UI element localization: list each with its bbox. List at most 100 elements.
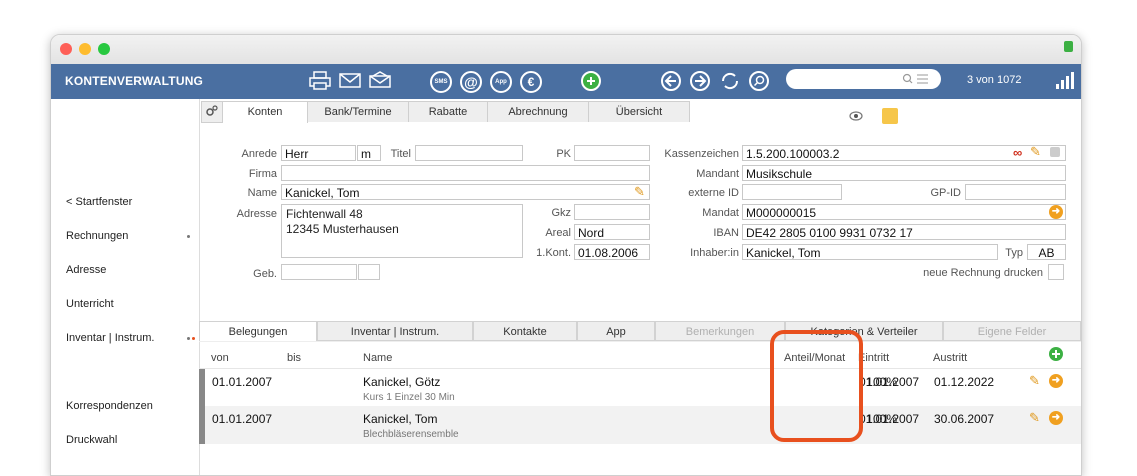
row-arrow-icon[interactable]: ➜ bbox=[1049, 411, 1063, 425]
row-eintritt: 01.01.2007 bbox=[859, 375, 920, 389]
sidebar-item-unterricht[interactable]: Unterricht bbox=[66, 298, 114, 310]
sidebar-item-inventar[interactable]: Inventar | Instrum. bbox=[66, 332, 154, 344]
anrede-label: Anrede bbox=[241, 148, 277, 160]
table-row[interactable]: 01.01.2007 Kanickel, Tom Blechbläserense… bbox=[199, 406, 1081, 444]
gp-id-field[interactable] bbox=[965, 184, 1066, 200]
firma-label: Firma bbox=[248, 168, 277, 180]
name-field[interactable]: Kanickel, Tom bbox=[281, 184, 650, 200]
tab-rabatte[interactable]: Rabatte bbox=[408, 101, 488, 122]
row-marker bbox=[199, 369, 205, 407]
geb-extra-field[interactable] bbox=[358, 264, 380, 280]
row-von: 01.01.2007 bbox=[212, 412, 273, 426]
gender-field[interactable]: m bbox=[357, 145, 381, 161]
back-icon[interactable] bbox=[660, 70, 682, 92]
areal-field[interactable]: Nord bbox=[574, 224, 650, 240]
tab-app[interactable]: App bbox=[577, 321, 655, 341]
mandat-arrow-icon[interactable]: ➜ bbox=[1049, 205, 1063, 219]
forward-icon[interactable] bbox=[689, 70, 711, 92]
minimize-window-button[interactable] bbox=[79, 43, 91, 55]
printer-icon[interactable] bbox=[309, 71, 331, 91]
mail-icon[interactable] bbox=[339, 71, 361, 91]
eye-icon[interactable] bbox=[849, 110, 863, 121]
edit-kassenzeichen-pencil-icon[interactable]: ✎ bbox=[1030, 144, 1041, 160]
adresse-line1: Fichtenwall 48 bbox=[286, 207, 363, 221]
row-detail: Blechbläserensemble bbox=[363, 429, 459, 440]
sidebar-alert-dot bbox=[192, 337, 195, 340]
tab-inventar[interactable]: Inventar | Instrum. bbox=[317, 321, 473, 341]
geb-field[interactable] bbox=[281, 264, 357, 280]
settings-gear-icon[interactable] bbox=[201, 101, 223, 123]
row-arrow-icon[interactable]: ➜ bbox=[1049, 374, 1063, 388]
infinity-icon[interactable]: ∞ bbox=[1013, 145, 1022, 161]
refresh-icon[interactable] bbox=[719, 70, 741, 92]
tab-uebersicht[interactable]: Übersicht bbox=[588, 101, 690, 122]
add-icon[interactable] bbox=[581, 71, 601, 91]
inhaber-field[interactable]: Kanickel, Tom bbox=[742, 244, 998, 260]
anrede-field[interactable]: Herr bbox=[281, 145, 356, 161]
adresse-field[interactable]: Fichtenwall 48 12345 Musterhausen bbox=[281, 204, 523, 258]
window-titlebar bbox=[51, 35, 1081, 65]
edit-row-pencil-icon[interactable]: ✎ bbox=[1029, 410, 1040, 426]
titel-field[interactable] bbox=[415, 145, 523, 161]
mandat-field[interactable]: M000000015 bbox=[742, 204, 1066, 220]
sidebar-item-druckwahl[interactable]: Druckwahl bbox=[66, 434, 117, 446]
tab-kontakte[interactable]: Kontakte bbox=[473, 321, 577, 341]
sms-icon[interactable]: SMS bbox=[430, 71, 452, 93]
tab-bank-termine[interactable]: Bank/Termine bbox=[307, 101, 409, 122]
adresse-line2: 12345 Musterhausen bbox=[286, 222, 399, 236]
sidebar-item-rechnungen[interactable]: Rechnungen bbox=[66, 230, 128, 242]
table-row[interactable]: 01.01.2007 Kanickel, Götz Kurs 1 Einzel … bbox=[199, 368, 1081, 407]
firma-field[interactable] bbox=[281, 165, 650, 181]
gkz-label: Gkz bbox=[551, 207, 571, 219]
neue-rechnung-checkbox[interactable] bbox=[1048, 264, 1064, 280]
record-counter: 3 von 1072 bbox=[967, 74, 1022, 86]
col-header-von: von bbox=[211, 352, 229, 364]
search-icon[interactable] bbox=[748, 70, 770, 92]
pk-label: PK bbox=[556, 148, 571, 160]
kont-label: 1.Kont. bbox=[536, 247, 571, 259]
pk-field[interactable] bbox=[574, 145, 650, 161]
sidebar-item-startfenster[interactable]: < Startfenster bbox=[66, 196, 132, 208]
sidebar-item-adresse[interactable]: Adresse bbox=[66, 264, 106, 276]
euro-icon[interactable]: € bbox=[520, 71, 542, 93]
row-eintritt: 01.01.2007 bbox=[859, 412, 920, 426]
tab-konten[interactable]: Konten bbox=[222, 101, 308, 123]
at-icon[interactable]: @ bbox=[460, 71, 482, 93]
app-icon[interactable]: App bbox=[490, 71, 512, 93]
mandant-label: Mandant bbox=[696, 168, 739, 180]
kont-field[interactable]: 01.08.2006 bbox=[574, 244, 650, 260]
row-detail: Kurs 1 Einzel 30 Min bbox=[363, 392, 455, 403]
col-header-austritt: Austritt bbox=[933, 352, 968, 364]
col-header-bis: bis bbox=[287, 352, 302, 364]
tab-bemerkungen[interactable]: Bemerkungen bbox=[655, 321, 785, 341]
tab-eigene-felder[interactable]: Eigene Felder bbox=[943, 321, 1081, 341]
externe-id-field[interactable] bbox=[742, 184, 842, 200]
externe-id-label: externe ID bbox=[688, 187, 739, 199]
note-icon[interactable] bbox=[882, 108, 898, 124]
search-filter-icon[interactable] bbox=[902, 72, 932, 86]
row-name: Kanickel, Götz bbox=[363, 375, 441, 389]
edit-name-pencil-icon[interactable]: ✎ bbox=[634, 184, 645, 200]
copy-icon[interactable] bbox=[1050, 147, 1060, 157]
gkz-field[interactable] bbox=[574, 204, 650, 220]
tab-belegungen[interactable]: Belegungen bbox=[199, 321, 317, 341]
add-row-icon[interactable] bbox=[1049, 347, 1063, 361]
inhaber-label: Inhaber:in bbox=[690, 247, 739, 259]
sidebar-item-korrespondenzen[interactable]: Korrespondenzen bbox=[66, 400, 153, 412]
tab-abrechnung[interactable]: Abrechnung bbox=[487, 101, 589, 122]
row-name: Kanickel, Tom bbox=[363, 412, 438, 426]
sidebar: < Startfenster Rechnungen Adresse Unterr… bbox=[51, 99, 200, 475]
close-window-button[interactable] bbox=[60, 43, 72, 55]
kassenzeichen-label: Kassenzeichen bbox=[664, 148, 739, 160]
mail-open-icon[interactable] bbox=[369, 71, 391, 91]
geb-label: Geb. bbox=[253, 268, 277, 280]
typ-field[interactable]: AB bbox=[1027, 244, 1066, 260]
adresse-label: Adresse bbox=[236, 208, 277, 220]
mandant-field[interactable]: Musikschule bbox=[742, 165, 1066, 181]
col-header-name: Name bbox=[363, 352, 393, 364]
areal-label: Areal bbox=[545, 227, 571, 239]
search-input[interactable] bbox=[786, 69, 941, 89]
zoom-window-button[interactable] bbox=[98, 43, 110, 55]
edit-row-pencil-icon[interactable]: ✎ bbox=[1029, 373, 1040, 389]
iban-field[interactable]: DE42 2805 0100 9931 0732 17 bbox=[742, 224, 1066, 240]
